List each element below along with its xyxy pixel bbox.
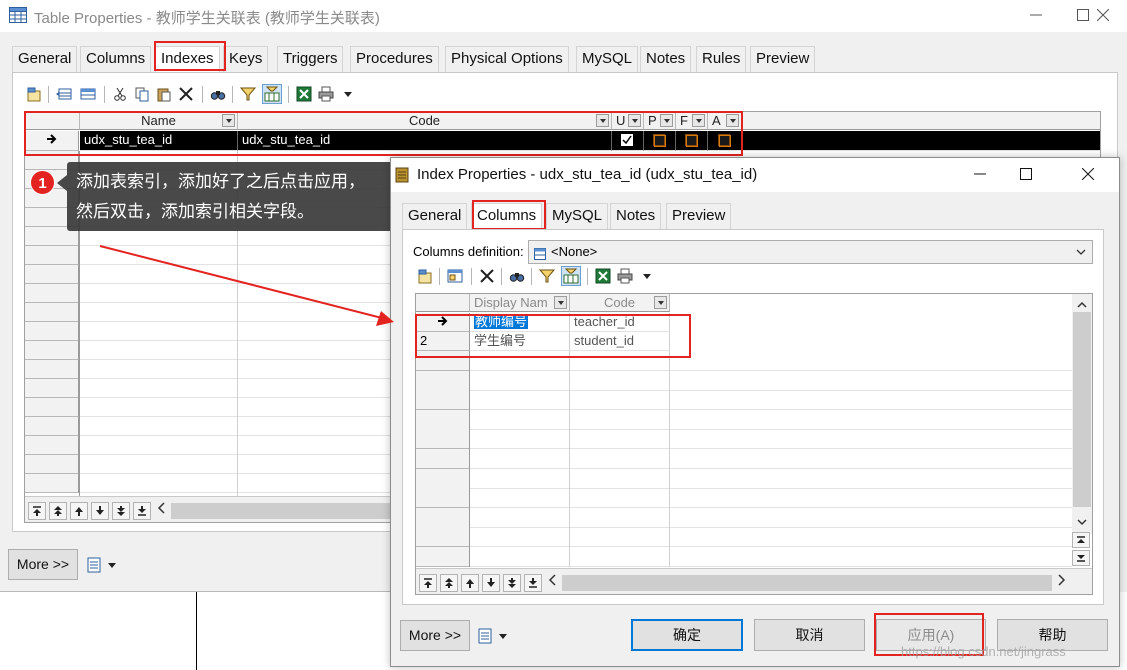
annotation-arrow [99, 245, 394, 326]
